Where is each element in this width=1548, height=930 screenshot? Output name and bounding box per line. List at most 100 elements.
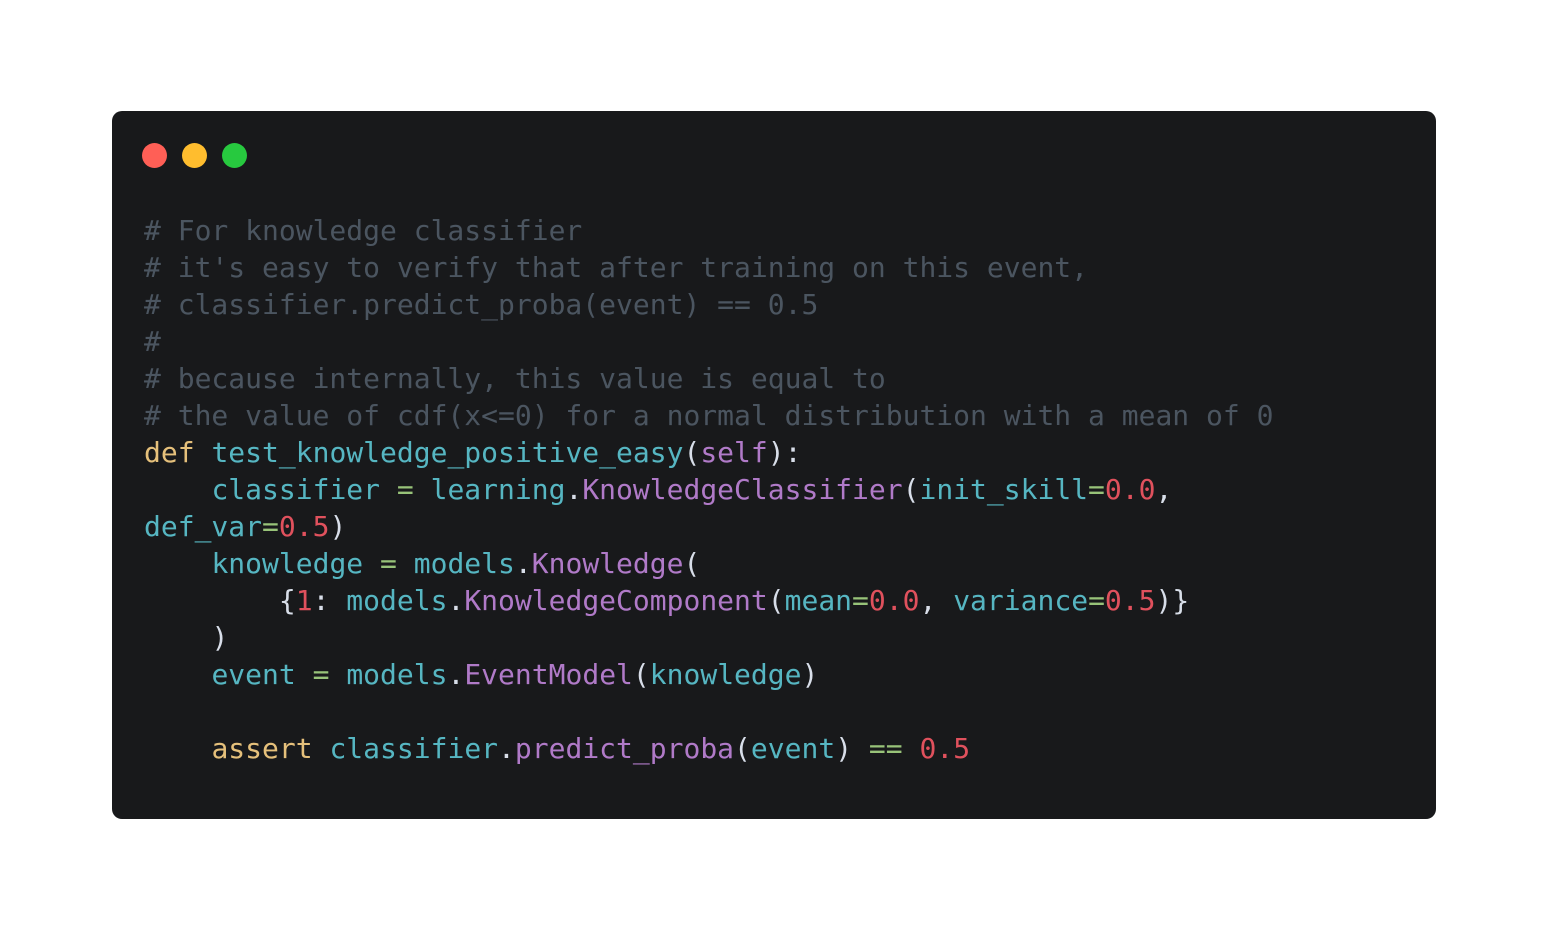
code-number: 1 [295, 584, 313, 617]
code-operator: = [312, 658, 330, 691]
code-operator: = [1088, 584, 1105, 617]
code-line: def test_knowledge_positive_easy(self): [144, 434, 1273, 471]
code-number: 0.5 [1104, 584, 1156, 617]
code-operator: = [396, 473, 414, 506]
code-line: # classifier.predict_proba(event) == 0.5 [144, 286, 1273, 323]
code-punctuation: ): [767, 436, 802, 469]
code-punctuation: ) [211, 621, 229, 654]
code-line: ​ [144, 693, 1273, 730]
code-number: 0.0 [868, 584, 920, 617]
code-identifier: mean [784, 584, 853, 617]
code-comment: # For knowledge classifier [144, 214, 583, 247]
code-identifier: event [211, 658, 296, 691]
code-line: # [144, 323, 1273, 360]
maximize-dot-icon[interactable] [222, 143, 247, 168]
code-punctuation: . [447, 584, 465, 617]
code-identifier: test_knowledge_positive_easy [211, 436, 684, 469]
code-punctuation: ( [683, 547, 701, 580]
code-class-name: predict_proba [514, 732, 735, 765]
code-self: self [700, 436, 768, 469]
code-identifier: learning [430, 473, 566, 506]
code-line: event = models.EventModel(knowledge) [144, 656, 1273, 693]
code-punctuation: ) [329, 510, 347, 543]
code-punctuation: ) [835, 732, 853, 765]
code-identifier: models [346, 584, 448, 617]
code-operator: = [262, 510, 279, 543]
code-identifier: models [413, 547, 515, 580]
code-identifier: init_skill [919, 473, 1089, 506]
code-punctuation: . [565, 473, 583, 506]
code-operator: == [868, 732, 903, 765]
code-class-name: KnowledgeClassifier [582, 473, 903, 506]
code-punctuation: ) [801, 658, 819, 691]
code-punctuation: ( [902, 473, 920, 506]
code-punctuation: . [447, 658, 465, 691]
code-line: def_var=0.5) [144, 508, 1273, 545]
code-identifier: variance [953, 584, 1089, 617]
code-class-name: EventModel [464, 658, 633, 691]
code-line: knowledge = models.Knowledge( [144, 545, 1273, 582]
code-punctuation: . [514, 547, 532, 580]
code-comment: # [144, 325, 161, 358]
code-keyword: def [144, 436, 195, 469]
code-window: # For knowledge classifier # it's easy to… [112, 111, 1436, 819]
code-line: # it's easy to verify that after trainin… [144, 249, 1273, 286]
code-punctuation: ( [632, 658, 650, 691]
code-line: # For knowledge classifier [144, 212, 1273, 249]
code-identifier: def_var [144, 510, 263, 543]
code-identifier: classifier [329, 732, 499, 765]
code-number: 0.5 [278, 510, 330, 543]
code-operator: = [380, 547, 397, 580]
code-identifier: event [750, 732, 836, 765]
close-dot-icon[interactable] [142, 143, 167, 168]
code-punctuation: , [919, 584, 937, 617]
code-punctuation: . [498, 732, 515, 765]
code-identifier: knowledge [211, 547, 364, 580]
code-operator: = [1088, 473, 1105, 506]
code-punctuation: { [278, 584, 296, 617]
code-line: # because internally, this value is equa… [144, 360, 1273, 397]
code-block: # For knowledge classifier # it's easy to… [144, 212, 1273, 767]
minimize-dot-icon[interactable] [182, 143, 207, 168]
code-comment: # it's easy to verify that after trainin… [144, 251, 1089, 284]
code-number: 0.5 [919, 732, 971, 765]
code-identifier: classifier [211, 473, 381, 506]
code-class-name: KnowledgeComponent [464, 584, 768, 617]
code-line: # the value of cdf(x<=0) for a normal di… [144, 397, 1273, 434]
code-punctuation: , [1155, 473, 1173, 506]
code-identifier: models [346, 658, 448, 691]
code-punctuation: ( [734, 732, 751, 765]
code-punctuation: ( [683, 436, 701, 469]
code-line: assert classifier.predict_proba(event) =… [144, 730, 1273, 767]
code-line: classifier = learning.KnowledgeClassifie… [144, 471, 1273, 508]
code-punctuation: : [312, 584, 330, 617]
code-punctuation: ( [767, 584, 785, 617]
code-operator: = [852, 584, 869, 617]
code-keyword: assert [211, 732, 313, 765]
code-line: {1: models.KnowledgeComponent(mean=0.0, … [144, 582, 1273, 619]
code-comment: # the value of cdf(x<=0) for a normal di… [144, 399, 1274, 432]
code-comment: # classifier.predict_proba(event) == 0.5 [144, 288, 819, 321]
code-line: ) [144, 619, 1273, 656]
code-identifier: knowledge [649, 658, 802, 691]
code-punctuation: )} [1155, 584, 1190, 617]
code-number: 0.0 [1104, 473, 1156, 506]
